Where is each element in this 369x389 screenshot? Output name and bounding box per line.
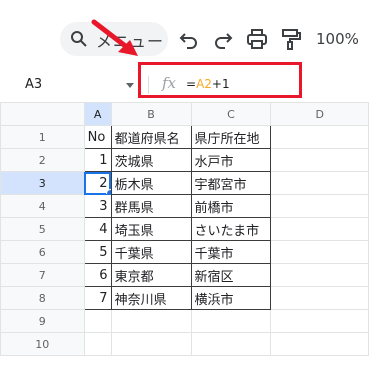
cell-d3[interactable]	[270, 171, 369, 195]
zoom-level[interactable]: 100%	[316, 30, 359, 48]
cell-c7[interactable]: 新宿区	[190, 263, 272, 287]
cell-a2[interactable]: 1	[83, 148, 112, 172]
cell-b10[interactable]	[110, 332, 192, 356]
annotation-arrow-icon	[91, 19, 138, 56]
cell-a7[interactable]: 6	[83, 263, 112, 287]
cell-d8[interactable]	[270, 286, 369, 310]
cell-d6[interactable]	[270, 240, 369, 264]
column-header-d[interactable]: D	[270, 102, 369, 126]
row-header[interactable]: 6	[0, 240, 85, 264]
cell-d9[interactable]	[270, 309, 369, 333]
row-header[interactable]: 3	[0, 171, 85, 195]
cell-a3-selected[interactable]: 2	[83, 171, 112, 195]
toolbar: メニュー 100%	[0, 0, 369, 70]
cell-d5[interactable]	[270, 217, 369, 241]
row-header[interactable]: 9	[0, 309, 85, 333]
cell-c10[interactable]	[190, 332, 272, 356]
column-header-c[interactable]: C	[190, 102, 272, 126]
cell-a9[interactable]	[83, 309, 112, 333]
row-header[interactable]: 1	[0, 125, 85, 149]
cell-value: 2	[99, 175, 108, 191]
cell-a10[interactable]	[83, 332, 112, 356]
search-icon[interactable]	[70, 30, 88, 48]
cell-b5[interactable]: 埼玉県	[110, 217, 192, 241]
cell-b8[interactable]: 神奈川県	[110, 286, 192, 310]
cell-b9[interactable]	[110, 309, 192, 333]
undo-icon[interactable]	[178, 28, 200, 50]
cell-a6[interactable]: 5	[83, 240, 112, 264]
cell-b7[interactable]: 東京都	[110, 263, 192, 287]
row-header[interactable]: 5	[0, 217, 85, 241]
row-header[interactable]: 10	[0, 332, 85, 356]
cell-d7[interactable]	[270, 263, 369, 287]
cell-a8[interactable]: 7	[83, 286, 112, 310]
row-header[interactable]: 4	[0, 194, 85, 218]
print-icon[interactable]	[246, 28, 268, 50]
name-box[interactable]: A3	[25, 77, 42, 92]
fill-handle[interactable]	[105, 189, 111, 194]
sheet-table: A B C D 1 No 都道府県名 県庁所在地 2 1 茨城県 水戸市 3 2…	[0, 102, 369, 356]
cell-c4[interactable]: 前橋市	[190, 194, 272, 218]
paint-format-icon[interactable]	[280, 28, 302, 50]
cell-c2[interactable]: 水戸市	[190, 148, 272, 172]
cell-a4[interactable]: 3	[83, 194, 112, 218]
row-header[interactable]: 7	[0, 263, 85, 287]
column-header-b[interactable]: B	[110, 102, 192, 126]
cell-a5[interactable]: 4	[83, 217, 112, 241]
row-header[interactable]: 8	[0, 286, 85, 310]
cell-b1[interactable]: 都道府県名	[110, 125, 192, 149]
cell-a1[interactable]: No	[83, 125, 112, 149]
spreadsheet-grid: A B C D 1 No 都道府県名 県庁所在地 2 1 茨城県 水戸市 3 2…	[0, 102, 369, 356]
cell-d4[interactable]	[270, 194, 369, 218]
cell-b3[interactable]: 栃木県	[110, 171, 192, 195]
row-header[interactable]: 2	[0, 148, 85, 172]
chevron-down-icon[interactable]	[126, 83, 134, 88]
cell-d1[interactable]	[270, 125, 369, 149]
cell-d2[interactable]	[270, 148, 369, 172]
cell-b6[interactable]: 千葉県	[110, 240, 192, 264]
cell-b2[interactable]: 茨城県	[110, 148, 192, 172]
cell-c1[interactable]: 県庁所在地	[190, 125, 272, 149]
redo-icon[interactable]	[212, 28, 234, 50]
cell-c3[interactable]: 宇都宮市	[190, 171, 272, 195]
cell-b4[interactable]: 群馬県	[110, 194, 192, 218]
cell-c8[interactable]: 横浜市	[190, 286, 272, 310]
cell-c9[interactable]	[190, 309, 272, 333]
formula-highlight-box	[138, 62, 302, 98]
column-header-a[interactable]: A	[83, 102, 112, 126]
select-all-corner[interactable]	[0, 102, 85, 126]
cell-c6[interactable]: 千葉市	[190, 240, 272, 264]
cell-d10[interactable]	[270, 332, 369, 356]
cell-c5[interactable]: さいたま市	[190, 217, 272, 241]
